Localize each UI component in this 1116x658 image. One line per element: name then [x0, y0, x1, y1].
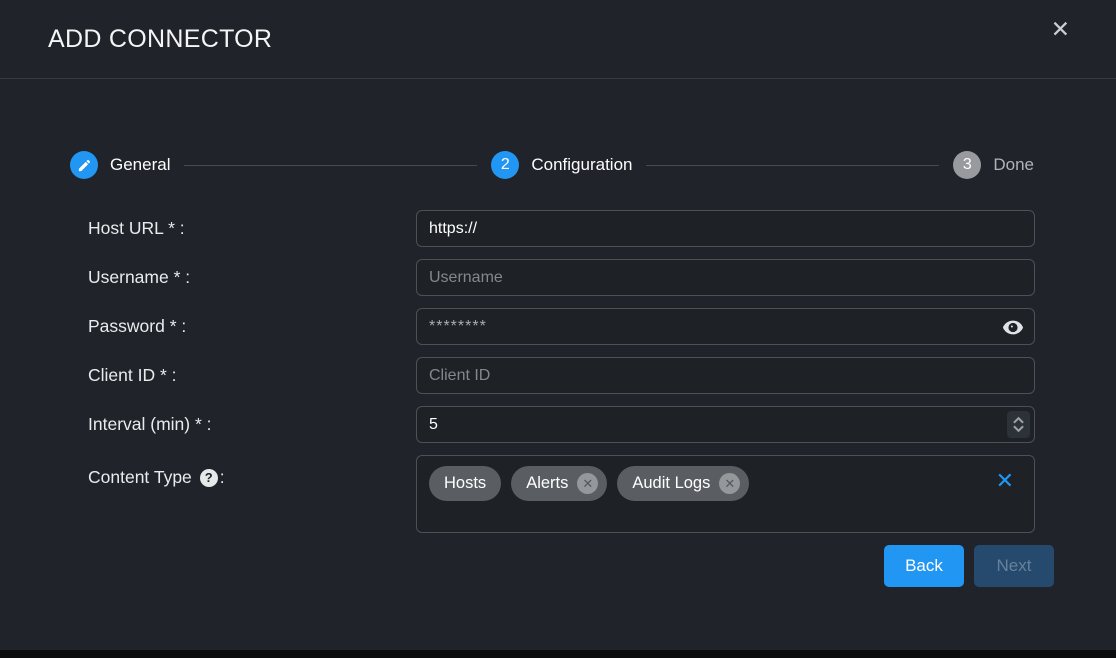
interval-row: Interval (min) * : — [88, 406, 1116, 443]
content-type-row: Content Type ? : Hosts Alerts ✕ Audit Lo… — [88, 455, 1116, 533]
wizard-stepper: General 2 Configuration 3 Done — [70, 151, 1034, 179]
configuration-form: Host URL * : Username * : Password * : C… — [0, 210, 1116, 587]
show-password-eye-icon[interactable] — [1001, 316, 1025, 338]
step-done-circle: 3 — [953, 151, 981, 179]
password-row: Password * : — [88, 308, 1116, 345]
step-done[interactable]: 3 Done — [953, 151, 1034, 179]
page-title: ADD CONNECTOR — [48, 25, 272, 54]
client-id-label: Client ID * : — [88, 365, 416, 386]
password-field[interactable] — [416, 308, 1035, 345]
host-url-label: Host URL * : — [88, 218, 416, 239]
step-general-circle — [70, 151, 98, 179]
step-divider — [646, 165, 939, 166]
step-general[interactable]: General — [70, 151, 170, 179]
content-type-colon: : — [220, 467, 225, 488]
tag-audit-logs-label: Audit Logs — [632, 474, 710, 493]
password-label: Password * : — [88, 316, 416, 337]
tag-alerts-remove-icon[interactable]: ✕ — [577, 473, 598, 494]
step-divider — [184, 165, 477, 166]
step-configuration-circle: 2 — [491, 151, 519, 179]
username-label: Username * : — [88, 267, 416, 288]
client-id-field[interactable] — [416, 357, 1035, 394]
step-configuration[interactable]: 2 Configuration — [491, 151, 632, 179]
modal-header: ADD CONNECTOR ✕ — [0, 0, 1116, 79]
clear-all-tags-icon[interactable]: ✕ — [996, 470, 1014, 492]
host-url-input[interactable] — [416, 210, 1035, 247]
content-type-multiselect[interactable]: Hosts Alerts ✕ Audit Logs ✕ ✕ — [416, 455, 1035, 533]
tag-audit-logs-remove-icon[interactable]: ✕ — [719, 473, 740, 494]
tag-audit-logs: Audit Logs ✕ — [617, 466, 749, 501]
footer-actions: Back Next — [88, 545, 1054, 587]
number-spinner-icon[interactable] — [1007, 411, 1030, 438]
step-configuration-label: Configuration — [531, 155, 632, 175]
tag-alerts: Alerts ✕ — [511, 466, 607, 501]
pencil-icon — [77, 158, 92, 173]
back-button[interactable]: Back — [884, 545, 964, 587]
next-button[interactable]: Next — [974, 545, 1054, 587]
content-type-label-text: Content Type — [88, 467, 192, 488]
interval-label: Interval (min) * : — [88, 414, 416, 435]
username-field[interactable] — [416, 259, 1035, 296]
interval-stepper-input[interactable] — [416, 406, 1035, 443]
host-url-row: Host URL * : — [88, 210, 1116, 247]
tag-hosts-label: Hosts — [444, 474, 486, 493]
close-icon[interactable]: ✕ — [1051, 18, 1070, 41]
client-id-row: Client ID * : — [88, 357, 1116, 394]
content-type-label: Content Type ? : — [88, 455, 416, 488]
bottom-bar — [0, 650, 1116, 658]
help-icon[interactable]: ? — [200, 469, 218, 487]
step-done-label: Done — [993, 155, 1034, 175]
tag-alerts-label: Alerts — [526, 474, 568, 493]
username-row: Username * : — [88, 259, 1116, 296]
tag-hosts: Hosts — [429, 466, 501, 501]
step-general-label: General — [110, 155, 170, 175]
